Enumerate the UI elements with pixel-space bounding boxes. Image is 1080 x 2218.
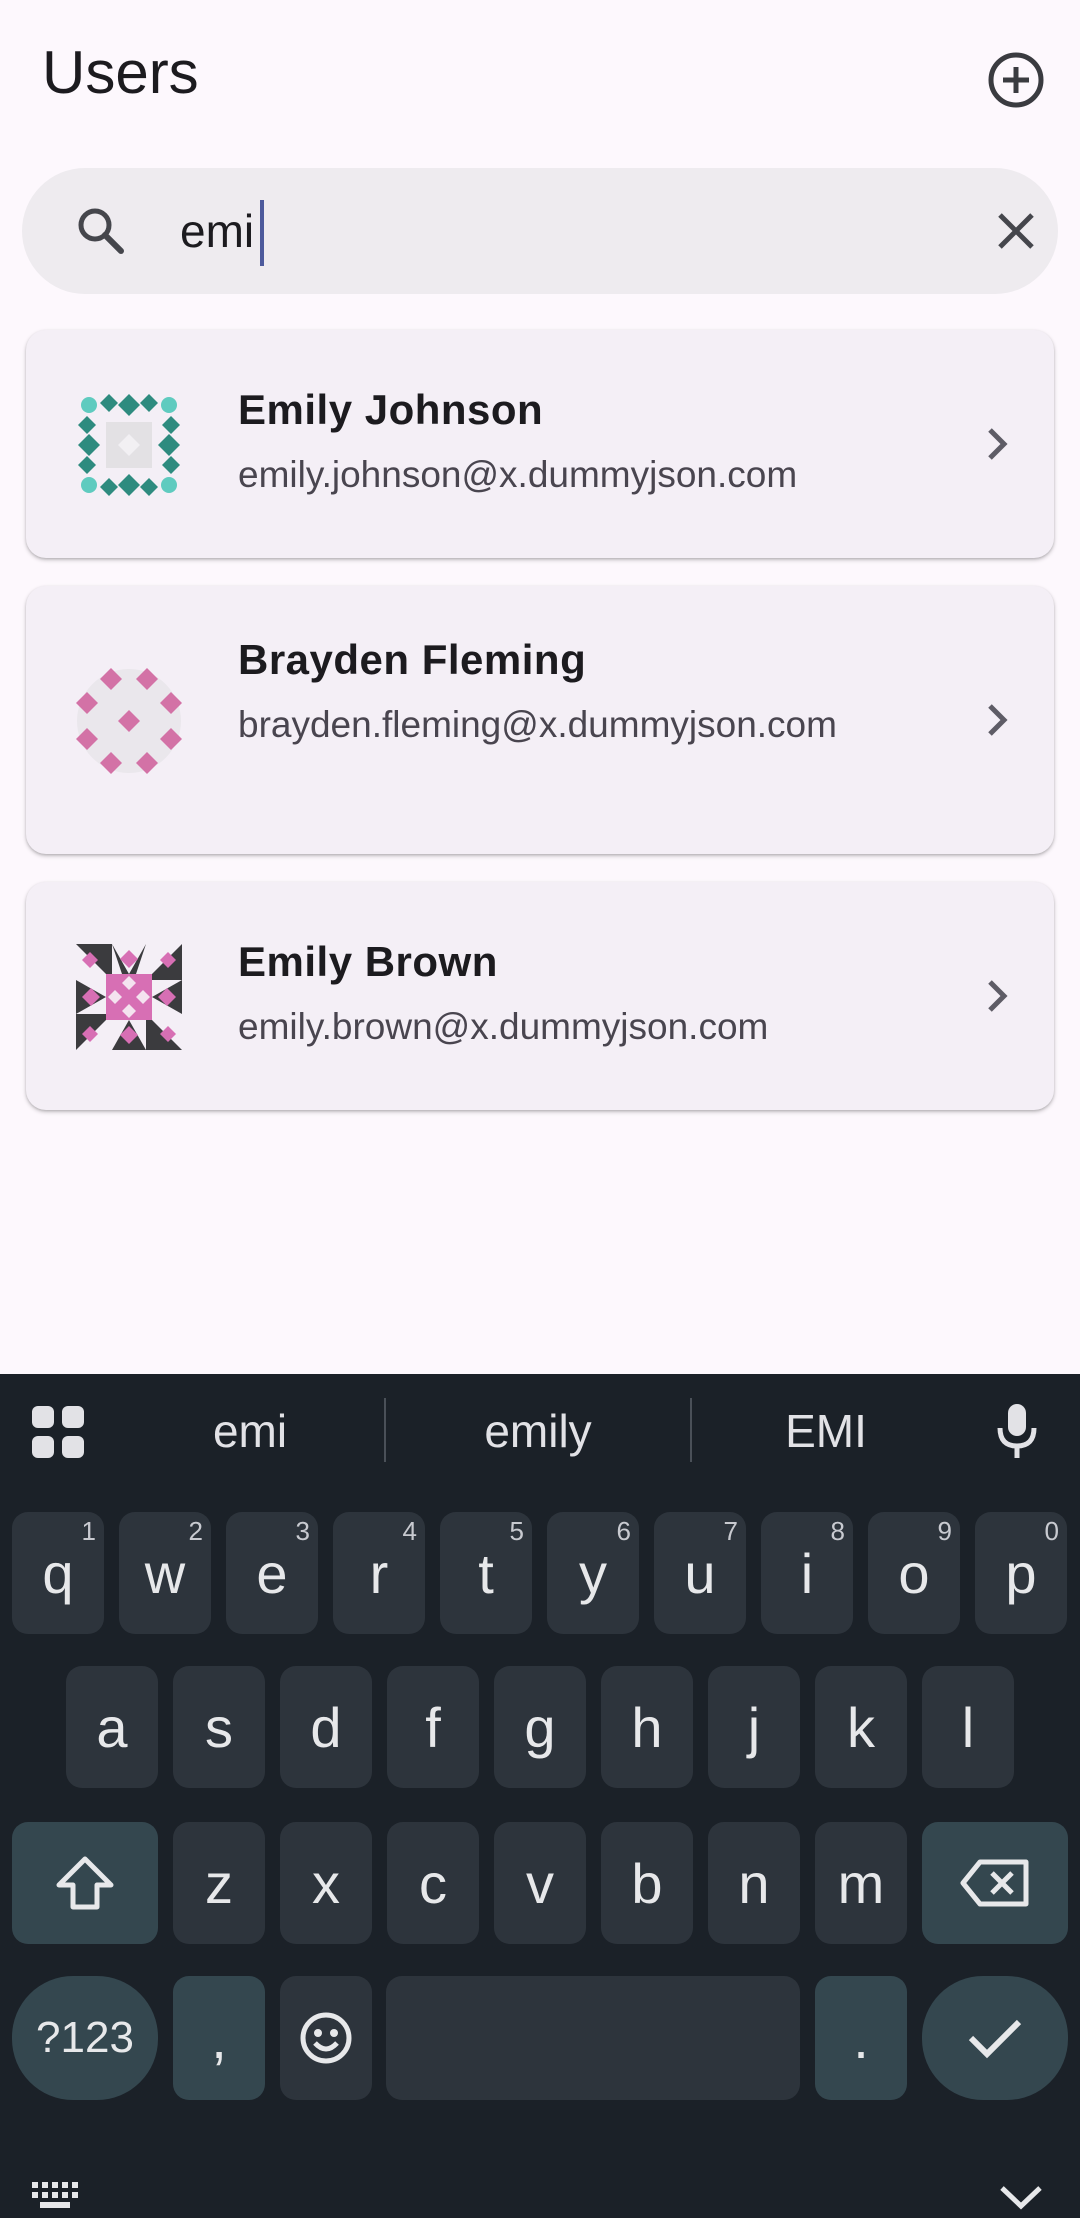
key-hint: 2 xyxy=(188,1516,203,1546)
chevron-right-icon xyxy=(988,704,1008,736)
suggestion-strip: emi emily EMI xyxy=(0,1374,1080,1494)
key-z[interactable]: z xyxy=(173,1822,265,1944)
avatar xyxy=(76,668,182,774)
enter-key[interactable] xyxy=(922,1976,1068,2100)
key-hint: 4 xyxy=(402,1516,417,1546)
emoji-key[interactable] xyxy=(280,1976,372,2100)
avatar xyxy=(78,394,180,496)
keyboard-icon[interactable] xyxy=(30,2180,86,2214)
add-circle-icon xyxy=(988,52,1044,108)
close-icon xyxy=(998,213,1034,249)
key-n[interactable]: n xyxy=(708,1822,800,1944)
divider xyxy=(384,1398,386,1462)
key-s[interactable]: s xyxy=(173,1666,265,1788)
space-key[interactable] xyxy=(386,1976,800,2100)
key-label: o xyxy=(898,1541,930,1605)
user-card[interactable]: Emily Johnson emily.johnson@x.dummyjson.… xyxy=(26,330,1054,558)
key-c[interactable]: c xyxy=(387,1822,479,1944)
key-hint: 7 xyxy=(723,1516,738,1546)
search-bar xyxy=(22,168,1058,294)
key-d[interactable]: d xyxy=(280,1666,372,1788)
key-w[interactable]: w2 xyxy=(119,1512,211,1634)
key-hint: 8 xyxy=(830,1516,845,1546)
chevron-right-icon xyxy=(988,428,1008,460)
key-label: p xyxy=(1005,1541,1037,1605)
symbols-key[interactable]: ?123 xyxy=(12,1976,158,2100)
app-bar: Users xyxy=(0,0,1080,150)
divider xyxy=(690,1398,692,1462)
page-title: Users xyxy=(42,39,199,106)
user-name: Emily Johnson xyxy=(238,386,544,433)
suggestion-item[interactable]: EMI xyxy=(726,1404,926,1458)
user-card[interactable]: Brayden Fleming brayden.fleming@x.dummyj… xyxy=(26,586,1054,854)
add-user-button[interactable] xyxy=(978,42,1054,118)
key-r[interactable]: r4 xyxy=(333,1512,425,1634)
key-label: i xyxy=(800,1541,814,1605)
key-h[interactable]: h xyxy=(601,1666,693,1788)
key-label: t xyxy=(478,1541,494,1605)
key-label: e xyxy=(256,1541,288,1605)
clear-search-button[interactable] xyxy=(988,208,1044,254)
user-card[interactable]: Emily Brown emily.brown@x.dummyjson.com xyxy=(26,882,1054,1110)
shift-icon xyxy=(56,1856,114,1910)
key-u[interactable]: u7 xyxy=(654,1512,746,1634)
key-label: r xyxy=(369,1541,389,1605)
key-label: u xyxy=(684,1541,716,1605)
key-a[interactable]: a xyxy=(66,1666,158,1788)
key-hint: 1 xyxy=(81,1516,96,1546)
search-icon xyxy=(78,208,124,254)
key-i[interactable]: i8 xyxy=(761,1512,853,1634)
key-t[interactable]: t5 xyxy=(440,1512,532,1634)
search-input[interactable] xyxy=(158,194,958,268)
microphone-icon[interactable] xyxy=(996,1402,1038,1462)
key-q[interactable]: q1 xyxy=(12,1512,104,1634)
user-name: Brayden Fleming xyxy=(238,636,587,683)
key-v[interactable]: v xyxy=(494,1822,586,1944)
key-b[interactable]: b xyxy=(601,1822,693,1944)
chevron-down-icon[interactable] xyxy=(998,2182,1044,2212)
key-hint: 9 xyxy=(937,1516,952,1546)
key-f[interactable]: f xyxy=(387,1666,479,1788)
comma-key[interactable]: , xyxy=(173,1976,265,2100)
backspace-key[interactable] xyxy=(922,1822,1068,1944)
key-l[interactable]: l xyxy=(922,1666,1014,1788)
suggestion-item[interactable]: emi xyxy=(150,1404,350,1458)
key-j[interactable]: j xyxy=(708,1666,800,1788)
avatar xyxy=(76,944,182,1050)
key-g[interactable]: g xyxy=(494,1666,586,1788)
key-e[interactable]: e3 xyxy=(226,1512,318,1634)
key-o[interactable]: o9 xyxy=(868,1512,960,1634)
chevron-right-icon xyxy=(988,980,1008,1012)
suggestion-item[interactable]: emily xyxy=(420,1404,656,1458)
key-hint: 6 xyxy=(616,1516,631,1546)
key-hint: 5 xyxy=(509,1516,524,1546)
text-cursor xyxy=(260,200,264,266)
key-y[interactable]: y6 xyxy=(547,1512,639,1634)
shift-key[interactable] xyxy=(12,1822,158,1944)
backspace-icon xyxy=(960,1859,1029,1907)
key-hint: 3 xyxy=(295,1516,310,1546)
key-p[interactable]: p0 xyxy=(975,1512,1067,1634)
user-name: Emily Brown xyxy=(238,938,498,985)
apps-grid-icon[interactable] xyxy=(32,1406,84,1458)
emoji-icon xyxy=(300,2012,352,2064)
key-label: y xyxy=(579,1541,607,1605)
key-x[interactable]: x xyxy=(280,1822,372,1944)
user-email: emily.johnson@x.dummyjson.com xyxy=(238,454,798,495)
key-label: w xyxy=(144,1541,186,1605)
period-key[interactable]: . xyxy=(815,1976,907,2100)
key-m[interactable]: m xyxy=(815,1822,907,1944)
key-hint: 0 xyxy=(1044,1516,1059,1546)
on-screen-keyboard: emi emily EMI q1 w2 e3 r4 t5 y6 u7 i8 o9… xyxy=(0,1374,1080,2218)
key-k[interactable]: k xyxy=(815,1666,907,1788)
user-email: brayden.fleming@x.dummyjson.com xyxy=(238,704,837,745)
user-email: emily.brown@x.dummyjson.com xyxy=(238,1006,769,1047)
checkmark-icon xyxy=(968,2019,1022,2059)
key-label: q xyxy=(42,1541,74,1605)
